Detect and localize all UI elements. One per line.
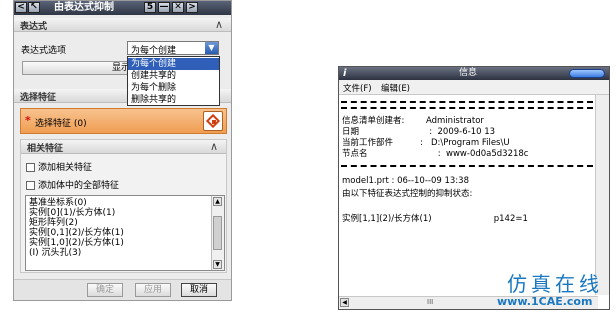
scroll-left-icon[interactable]: ◀ (340, 298, 349, 307)
ok-button[interactable]: 确定 (87, 283, 123, 297)
info-window-title: 信息 (459, 68, 478, 78)
show-table-button[interactable]: 显示表 (22, 61, 142, 75)
expression-option-select[interactable]: 为每个创建 ▼ (127, 41, 219, 56)
scroll-grip[interactable]: III (427, 298, 433, 306)
related-features-panel: 相关特征 ∧ 添加相关特征 添加体中的全部特征 基准坐标系(0) 实例[0](1… (20, 139, 227, 273)
add-all-in-body-checkbox[interactable] (26, 181, 35, 190)
chevron-up-icon[interactable]: ∧ (215, 18, 223, 31)
list-item[interactable]: 基准坐标系(0) (29, 198, 87, 208)
dialog-footer: 确定 应用 取消 (14, 279, 231, 300)
info-line: 节点名 : www-0d0a5d3218c (342, 149, 529, 159)
close-icon[interactable]: ✕ (172, 2, 184, 13)
menu-file[interactable]: 文件(F) (343, 82, 372, 94)
dropdown-option[interactable]: 创建共享的 (128, 70, 219, 82)
info-icon: i (343, 68, 347, 79)
info-line: model1.prt : 06--10--09 13:38 (342, 176, 469, 186)
info-line: 由以下特征表达式控制的抑制状态: (342, 189, 473, 199)
dialog-title: 由表达式抑制 (54, 2, 114, 13)
feature-list[interactable]: 基准坐标系(0) 实例[0](1)/长方体(1) 矩形阵列(2) 实例[0,1]… (25, 195, 225, 271)
related-section-title: 相关特征 (27, 144, 64, 154)
list-item[interactable]: 实例[0,1](2)/长方体(1) (29, 228, 124, 238)
watermark-text: 仿真在线 (507, 272, 603, 296)
select-feature-section-title: 选择特征 (20, 93, 57, 103)
reset-icon[interactable]: 5 (144, 2, 156, 13)
expression-section-header[interactable]: 表达式 ∧ (14, 18, 231, 32)
feature-list-scrollbar[interactable]: ▲ ▼ (211, 196, 224, 270)
menu-edit[interactable]: 编辑(E) (381, 82, 410, 94)
feature-select-icon[interactable] (203, 111, 223, 131)
add-related-label: 添加相关特征 (38, 163, 93, 173)
minimize-icon[interactable]: — (158, 2, 170, 13)
dialog-titlebar: < ↖ 由表达式抑制 5 — ✕ > (14, 1, 231, 15)
select-feature-label: 选择特征 (0) (35, 119, 87, 129)
add-related-checkbox-row[interactable]: 添加相关特征 (26, 160, 92, 173)
chevron-up-icon[interactable]: ∧ (210, 140, 218, 153)
vertical-scrollbar[interactable] (595, 95, 609, 295)
watermark-url: www.1CAE.com (497, 295, 593, 308)
scroll-thumb[interactable] (213, 216, 222, 250)
cancel-button[interactable]: 取消 (181, 283, 217, 297)
add-related-checkbox[interactable] (26, 163, 35, 172)
list-item[interactable]: 实例[1,0](2)/长方体(1) (29, 238, 124, 248)
apply-button[interactable]: 应用 (135, 283, 171, 297)
scroll-up-icon[interactable]: ▲ (213, 197, 222, 206)
scroll-down-icon[interactable]: ▼ (213, 260, 222, 269)
expression-option-value: 为每个创建 (131, 46, 177, 56)
list-item[interactable]: (I) 沉头孔(3) (29, 248, 81, 258)
dropdown-option[interactable]: 为每个删除 (128, 82, 219, 94)
chevron-down-icon[interactable]: ▼ (205, 42, 218, 54)
window-controls-icon[interactable] (569, 69, 605, 78)
menubar: 文件(F) 编辑(E) (339, 80, 609, 95)
back-icon[interactable]: < (15, 2, 27, 13)
dropdown-option[interactable]: 删除共享的 (128, 94, 219, 106)
separator-line (341, 101, 593, 103)
info-line: 实例[1,1](2)/长方体(1) p142=1 (342, 214, 528, 224)
select-feature-field[interactable]: * 选择特征 (0) (20, 108, 227, 134)
related-section-header[interactable]: 相关特征 ∧ (21, 140, 226, 154)
cursor-icon[interactable]: ↖ (28, 2, 40, 13)
list-item[interactable]: 实例[0](1)/长方体(1) (29, 208, 115, 218)
info-titlebar: i 信息 (339, 67, 609, 80)
add-all-in-body-checkbox-row[interactable]: 添加体中的全部特征 (26, 178, 119, 191)
forward-icon[interactable]: > (186, 2, 198, 13)
list-item[interactable]: 矩形阵列(2) (29, 218, 78, 228)
info-text-area[interactable]: 信息清单创建者: Administrator 日期 : 2009-6-10 13… (339, 95, 597, 295)
required-asterisk-icon: * (25, 114, 31, 127)
separator-line (341, 107, 593, 109)
suppress-by-expression-dialog: < ↖ 由表达式抑制 5 — ✕ > 表达式 ∧ 表达式选项 为每个创建 ▼ 显… (13, 0, 232, 301)
expression-section-title: 表达式 (20, 22, 48, 32)
expression-option-dropdown[interactable]: 为每个创建 创建共享的 为每个删除 删除共享的 (127, 56, 220, 106)
dropdown-option[interactable]: 为每个创建 (128, 58, 219, 70)
separator-line (341, 165, 593, 167)
add-all-in-body-label: 添加体中的全部特征 (38, 181, 120, 191)
expression-option-label: 表达式选项 (21, 46, 67, 56)
